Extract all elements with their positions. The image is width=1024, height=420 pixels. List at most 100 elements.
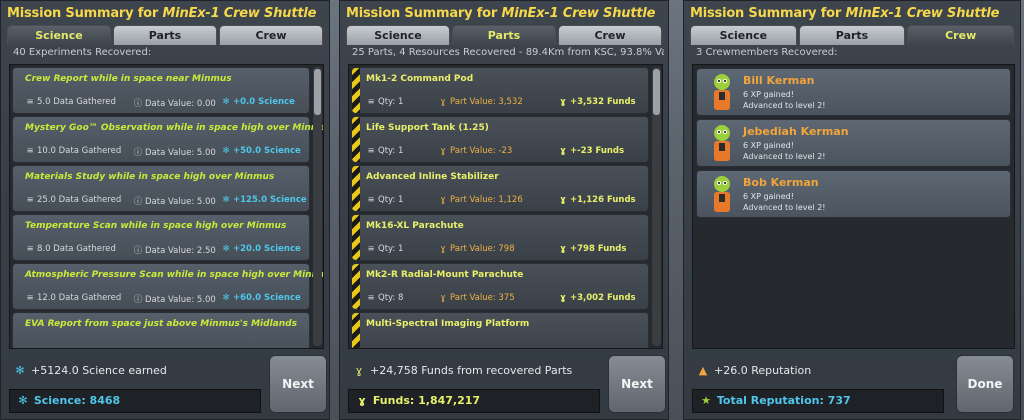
crew-count: 3 Crewmembers Recovered: [696,47,838,58]
data-stack-icon: ≡ [26,293,34,303]
data-stack-icon: ≡ [26,195,34,205]
scrollbar[interactable] [313,67,322,346]
experiment-title: Materials Study while in space high over… [25,172,275,182]
tab-crew[interactable]: Crew [219,25,323,45]
crew-name: Bill Kerman [743,74,815,87]
hazard-stripe [352,68,360,113]
crew-level: Advanced to level 2! [743,101,826,110]
done-button[interactable]: Done [956,355,1014,413]
funds-icon: ɣ [560,195,566,205]
tab-crew[interactable]: Crew [558,25,662,45]
tab-science[interactable]: Science [7,25,111,45]
hazard-stripe [352,313,360,348]
next-button[interactable]: Next [608,355,666,413]
funds-icon: ɣ [440,244,446,254]
info-icon: ⓘ [133,148,143,158]
science-atom-icon: ✻ [222,244,230,254]
list-item: EVA Report from space just above Minmus'… [12,312,310,348]
tab-parts[interactable]: Parts [798,25,906,45]
panel-title: Mission Summary for MinEx-1 Crew Shuttle [690,6,1000,21]
crew-xp: 6 XP gained! [743,192,794,201]
science-atom-icon: ✻ [222,146,230,156]
list-item: Materials Study while in space high over… [12,165,310,212]
science-atom-icon: ✻ [15,364,25,377]
scrollbar-thumb[interactable] [314,69,321,115]
list-item: Atmospheric Pressure Scan while in space… [12,263,323,310]
list-item: Crew Report while in space near Minmus ≡… [12,67,310,114]
science-atom-icon: ✻ [222,195,230,205]
tab-parts[interactable]: Parts [452,25,556,45]
science-atom-icon: ✻ [222,97,230,107]
funds-icon: ɣ [560,97,566,107]
hazard-stripe [352,117,360,162]
experiments-count: 40 Experiments Recovered: [13,47,152,58]
tab-parts[interactable]: Parts [113,25,217,45]
crew-panel: Mission Summary for MinEx-1 Crew Shuttle… [683,0,1021,420]
list-item: Mk16-XL Parachute ≡ Qty: 1 ɣ Part Value: 7… [351,214,649,261]
science-list[interactable]: Crew Report while in space near Minmus ≡… [9,64,324,349]
crew-xp: 6 XP gained! [743,141,794,150]
science-atom-icon: ✻ [222,293,230,303]
parts-stack-icon: ≡ [367,195,375,205]
reputation-icon: ▲ [698,364,708,377]
parts-list[interactable]: Mk1-2 Command Pod ≡ Qty: 1 ɣ Part Value: 3… [348,64,663,349]
crew-name: Bob Kerman [743,176,819,189]
scrollbar-thumb[interactable] [653,69,660,115]
part-title: Advanced Inline Stabilizer [366,172,499,182]
crew-level: Advanced to level 2! [743,203,826,212]
funds-icon: ɣ [440,293,446,303]
list-item: Life Support Tank (1.25) ≡ Qty: 1 ɣ Part V… [351,116,649,163]
scrollbar[interactable] [652,67,661,346]
list-item: Multi-Spectral Imaging Platform [351,312,649,348]
parts-stack-icon: ≡ [367,293,375,303]
list-item: Mk2-R Radial-Mount Parachute ≡ Qty: 8 ɣ Pa… [351,263,649,310]
reputation-total: ★ Total Reputation: 737 [692,389,944,413]
parts-stack-icon: ≡ [367,146,375,156]
data-stack-icon: ≡ [26,244,34,254]
funds-icon: ɣ [560,146,566,156]
parts-panel: Mission Summary for MinEx-1 Crew Shuttle… [339,0,669,420]
crew-member: Bill Kerman 6 XP gained! Advanced to lev… [696,68,1011,116]
info-icon: ⓘ [133,99,143,109]
crew-member: Jebediah Kerman 6 XP gained! Advanced to… [696,119,1011,167]
funds-icon: ɣ [440,146,446,156]
science-atom-icon: ✻ [18,394,28,407]
part-title: Mk2-R Radial-Mount Parachute [366,270,524,280]
reputation-earned: ▲ +26.0 Reputation [698,364,812,377]
tab-bar: Science Parts Crew [7,25,323,45]
list-item: Advanced Inline Stabilizer ≡ Qty: 1 ɣ Part… [351,165,649,212]
experiment-title: Crew Report while in space near Minmus [25,74,232,84]
list-item: Temperature Scan while in space high ove… [12,214,310,261]
star-icon: ★ [701,394,711,407]
funds-icon: ɣ [355,364,363,377]
crew-level: Advanced to level 2! [743,152,826,161]
experiment-title: Mystery Goo™ Observation while in space … [25,123,324,133]
next-button[interactable]: Next [269,355,327,413]
hazard-stripe [352,166,360,211]
funds-icon: ɣ [440,195,446,205]
crew-xp: 6 XP gained! [743,90,794,99]
kerbal-avatar-icon [714,125,730,161]
parts-stack-icon: ≡ [367,97,375,107]
list-item: Mystery Goo™ Observation while in space … [12,116,323,163]
science-earned: ✻ +5124.0 Science earned [15,364,167,377]
kerbal-avatar-icon [714,176,730,212]
data-stack-icon: ≡ [26,146,34,156]
science-total: ✻ Science: 8468 [9,389,261,413]
list-item: Mk1-2 Command Pod ≡ Qty: 1 ɣ Part Value: 3… [351,67,649,114]
funds-icon: ɣ [560,244,566,254]
tab-crew[interactable]: Crew [907,25,1015,45]
crew-name: Jebediah Kerman [743,125,849,138]
funds-icon: ɣ [358,394,366,407]
funds-icon: ɣ [560,293,566,303]
part-title: Life Support Tank (1.25) [366,123,489,133]
crew-member: Bob Kerman 6 XP gained! Advanced to leve… [696,170,1011,218]
science-panel: Mission Summary for MinEx-1 Crew Shuttle… [0,0,330,420]
funds-icon: ɣ [440,97,446,107]
tab-science[interactable]: Science [346,25,450,45]
info-icon: ⓘ [133,295,143,305]
tab-science[interactable]: Science [690,25,797,45]
data-stack-icon: ≡ [26,97,34,107]
experiment-title: Temperature Scan while in space high ove… [25,221,287,231]
crew-list[interactable]: Bill Kerman 6 XP gained! Advanced to lev… [692,64,1015,349]
